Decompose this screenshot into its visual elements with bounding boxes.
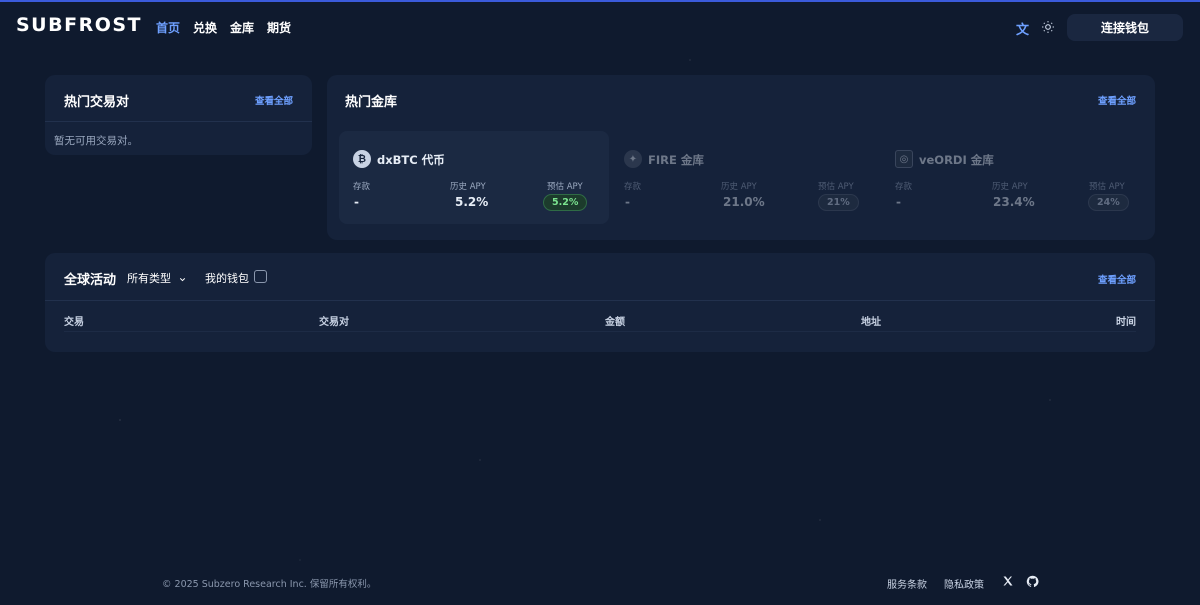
connect-wallet-button[interactable]: 连接钱包 [1067,14,1183,41]
deposit-value: - [896,195,901,209]
privacy-link[interactable]: 隐私政策 [944,576,984,591]
language-toggle[interactable]: 文 [1016,19,1029,38]
chevron-down-icon [179,277,185,281]
vault-card-veordi[interactable]: ◎ veORDI 金库 存款 历史 APY 预估 APY - 23.4% 24% [881,131,1151,224]
bitcoin-icon: ₿ [353,150,371,168]
my-wallet-label: 我的钱包 [205,272,249,285]
deposit-value: - [354,195,359,209]
divider [45,121,312,122]
type-filter-label: 所有类型 [127,272,171,285]
nav-vaults[interactable]: 金库 [230,19,254,36]
hot-vaults-view-all-link[interactable]: 查看全部 [1098,93,1136,107]
estimated-apy-badge: 21% [818,194,859,211]
estimated-apy-badge: 24% [1088,194,1129,211]
nav-home[interactable]: 首页 [156,19,180,36]
divider [64,331,1136,332]
fire-icon: ✦ [624,150,642,168]
vault-name: veORDI 金库 [919,153,994,167]
nav-swap[interactable]: 兑换 [193,19,217,36]
copyright-text: © 2025 Subzero Research Inc. 保留所有权利。 [162,579,377,590]
vault-name: dxBTC 代币 [377,153,445,167]
terms-link[interactable]: 服务条款 [887,576,927,591]
historical-apy-value: 23.4% [993,195,1035,209]
hot-pairs-card: 热门交易对 查看全部 暂无可用交易对。 [45,75,312,155]
hot-pairs-title: 热门交易对 [64,95,130,110]
historical-apy-label: 历史 APY [450,182,486,192]
deposit-label: 存款 [895,182,913,192]
logo[interactable]: SUBFROST [16,14,142,36]
historical-apy-value: 21.0% [723,195,765,209]
nav-futures[interactable]: 期货 [267,19,291,36]
deposit-label: 存款 [353,182,371,192]
hot-pairs-view-all-link[interactable]: 查看全部 [255,93,293,107]
column-header-address: 地址 [861,317,881,328]
my-wallet-checkbox[interactable] [254,270,267,283]
global-activity-card: 全球活动 所有类型 我的钱包 查看全部 交易 交易对 金额 地址 时间 [45,253,1155,352]
github-icon[interactable] [1026,575,1039,588]
column-header-pair: 交易对 [319,317,349,328]
theme-toggle-sun-icon[interactable] [1041,20,1055,34]
x-icon[interactable] [1002,575,1014,587]
estimated-apy-badge: 5.2% [543,194,588,211]
divider [45,300,1155,301]
hot-vaults-title: 热门金库 [345,95,398,110]
estimated-apy-label: 预估 APY [1089,182,1125,192]
vault-card-fire[interactable]: ✦ FIRE 金库 存款 历史 APY 预估 APY - 21.0% 21% [610,131,880,224]
historical-apy-label: 历史 APY [721,182,757,192]
empty-pairs-message: 暂无可用交易对。 [54,135,138,147]
hot-vaults-card: 热门金库 查看全部 ₿ dxBTC 代币 存款 历史 APY 预估 APY - … [327,75,1155,240]
estimated-apy-label: 预估 APY [547,182,583,192]
historical-apy-label: 历史 APY [992,182,1028,192]
vault-name: FIRE 金库 [648,153,704,167]
column-header-amount: 金额 [605,317,625,328]
deposit-label: 存款 [624,182,642,192]
global-activity-title: 全球活动 [64,273,117,288]
deposit-value: - [625,195,630,209]
type-filter-dropdown[interactable]: 所有类型 [127,270,187,286]
historical-apy-value: 5.2% [455,195,489,209]
estimated-apy-label: 预估 APY [818,182,854,192]
activity-view-all-link[interactable]: 查看全部 [1098,272,1136,286]
main-nav: 首页 兑换 金库 期货 [156,19,291,36]
ordi-icon: ◎ [895,150,913,168]
header: SUBFROST 首页 兑换 金库 期货 文 连接钱包 [0,2,1200,52]
vault-card-dxbtc[interactable]: ₿ dxBTC 代币 存款 历史 APY 预估 APY - 5.2% 5.2% [339,131,609,224]
column-header-transaction: 交易 [64,317,84,328]
column-header-time: 时间 [1116,317,1136,328]
